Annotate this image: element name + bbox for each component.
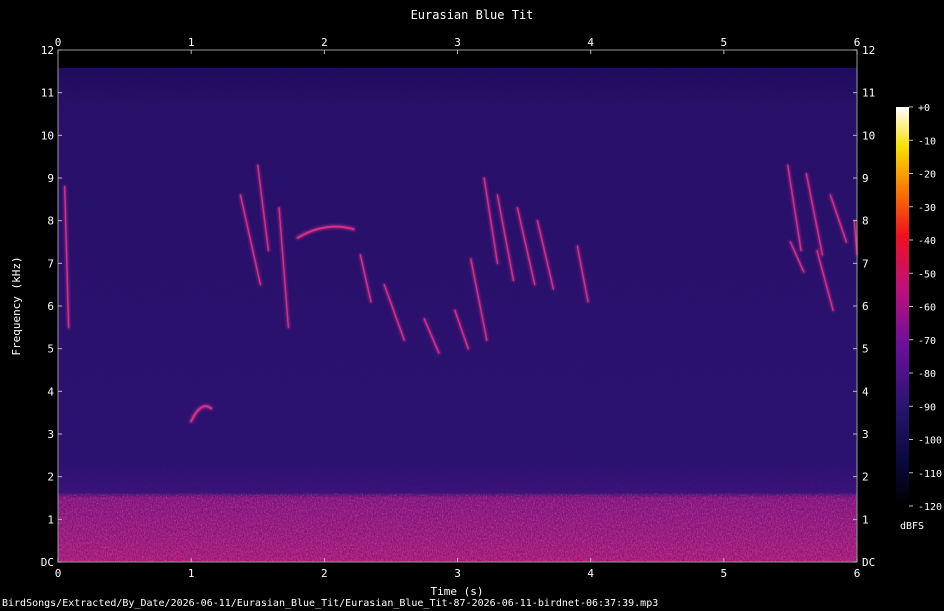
- y-tick-label-left: DC: [41, 556, 54, 569]
- y-tick-label-right: 11: [862, 87, 875, 100]
- y-tick-label-left: 8: [47, 215, 54, 228]
- x-tick-label-top: 1: [188, 36, 195, 49]
- colorbar-tick-label: -90: [918, 402, 936, 413]
- low-band-energy: [58, 493, 857, 562]
- colorbar-tick-label: -30: [918, 203, 936, 214]
- y-tick-label-left: 5: [47, 343, 54, 356]
- colorbar-tick-label: -10: [918, 136, 936, 147]
- x-tick-label-top: 5: [721, 36, 728, 49]
- y-tick-label-left: 9: [47, 172, 54, 185]
- colorbar: +0 -10 -20 -30 -40 -50 -60 -70 -80 -90 -100 -110 -12…: [896, 103, 942, 532]
- y-tick-label-left: 3: [47, 428, 54, 441]
- spectrogram-plot: [57, 49, 859, 563]
- colorbar-tick-label: -40: [918, 236, 936, 247]
- x-tick-label-bottom: 1: [188, 567, 195, 580]
- colorbar-tick-label: -80: [918, 369, 936, 380]
- x-tick-label-bottom: 0: [55, 567, 62, 580]
- y-tick-label-right: 8: [862, 215, 869, 228]
- y-tick-label-right: 1: [862, 513, 869, 526]
- x-tick-label-bottom: 3: [454, 567, 461, 580]
- y-tick-label-right: 5: [862, 343, 869, 356]
- y-tick-label-left: 1: [47, 513, 54, 526]
- y-tick-label-left: 7: [47, 257, 54, 270]
- file-path: BirdSongs/Extracted/By_Date/2026-06-11/E…: [2, 598, 658, 609]
- x-tick-label-top: 6: [854, 36, 861, 49]
- colorbar-tick-label: -70: [918, 336, 936, 347]
- colorbar-ticks: +0 -10 -20 -30 -40 -50 -60 -70 -80 -90 -100 -110 -12…: [909, 103, 942, 513]
- y-tick-label-left: 4: [47, 385, 54, 398]
- y-tick-label-right: 10: [862, 129, 875, 142]
- chart-title: Eurasian Blue Tit: [411, 8, 534, 22]
- x-tick-label-bottom: 4: [587, 567, 594, 580]
- x-tick-label-top: 3: [454, 36, 461, 49]
- colorbar-tick-label: -120: [918, 502, 942, 513]
- colorbar-tick-label: -20: [918, 170, 936, 181]
- y-tick-label-right: 2: [862, 471, 869, 484]
- y-tick-label-right: 7: [862, 257, 869, 270]
- y-tick-label-left: 10: [41, 129, 54, 142]
- y-tick-label-left: 2: [47, 471, 54, 484]
- colorbar-tick-label: -60: [918, 303, 936, 314]
- y-tick-label-right: 9: [862, 172, 869, 185]
- colorbar-label: dBFS: [900, 521, 924, 532]
- y-tick-label-right: 6: [862, 300, 869, 313]
- x-tick-label-top: 2: [321, 36, 328, 49]
- y-axis-label: Frequency (kHz): [10, 256, 23, 355]
- colorbar-tick-label: -100: [918, 436, 942, 447]
- y-tick-label-left: 11: [41, 87, 54, 100]
- y-tick-label-right: 3: [862, 428, 869, 441]
- x-tick-label-bottom: 6: [854, 567, 861, 580]
- y-tick-label-right: 4: [862, 385, 869, 398]
- x-tick-label-top: 4: [587, 36, 594, 49]
- x-tick-label-bottom: 5: [721, 567, 728, 580]
- x-tick-label-bottom: 2: [321, 567, 328, 580]
- colorbar-tick-label: +0: [918, 103, 930, 114]
- spectrogram-figure: Eurasian Blue Tit 00112233445566DC DC1 12 2…: [2, 8, 942, 609]
- y-tick-label-left: 6: [47, 300, 54, 313]
- x-axis-label: Time (s): [431, 585, 484, 598]
- colorbar-tick-label: -110: [918, 469, 942, 480]
- colorbar-gradient: [896, 107, 909, 506]
- y-tick-label-left: 12: [41, 44, 54, 57]
- y-tick-label-right: DC: [862, 556, 875, 569]
- y-tick-label-right: 12: [862, 44, 875, 57]
- colorbar-tick-label: -50: [918, 269, 936, 280]
- x-tick-label-top: 0: [55, 36, 62, 49]
